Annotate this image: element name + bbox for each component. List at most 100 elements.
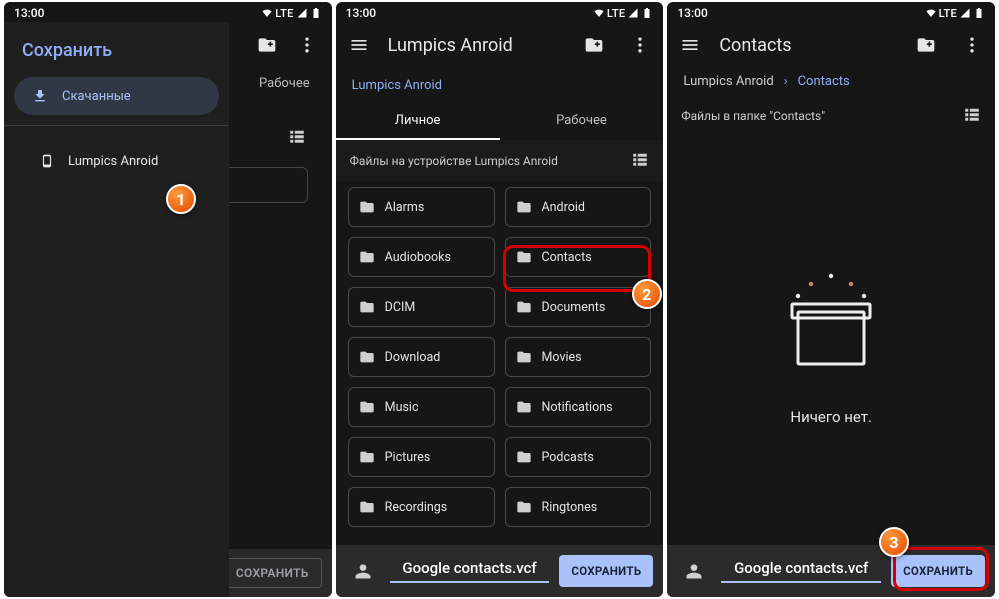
folder-item-download[interactable]: Download: [348, 337, 495, 377]
phone-screen-3: 13:00 LTE Contacts Lumpics Anroid › Cont…: [667, 2, 995, 597]
folder-item-ringtones[interactable]: Ringtones: [505, 487, 652, 527]
drawer-downloads-label: Скачанные: [62, 89, 131, 104]
folder-label: Alarms: [385, 200, 425, 215]
network-label: LTE: [607, 7, 625, 20]
signal-icon: [959, 7, 971, 19]
wifi-icon: [925, 7, 937, 19]
app-bar: Contacts: [667, 22, 995, 68]
status-bar: 13:00 LTE: [4, 2, 332, 22]
network-label: LTE: [275, 7, 293, 20]
new-folder-icon[interactable]: [250, 28, 284, 62]
folder-label: Audiobooks: [385, 250, 451, 265]
more-icon[interactable]: [955, 28, 989, 62]
page-title: Lumpics Anroid: [388, 35, 566, 56]
new-folder-icon[interactable]: [577, 28, 611, 62]
folder-icon: [516, 449, 532, 465]
menu-icon[interactable]: [673, 28, 707, 62]
network-label: LTE: [939, 7, 957, 20]
folder-item-android[interactable]: Android: [505, 187, 652, 227]
tabs: Личное Рабочее: [336, 103, 664, 140]
signal-icon: [627, 7, 639, 19]
view-list-icon[interactable]: [288, 127, 306, 149]
folder-label: DCIM: [385, 300, 416, 315]
folder-grid: Alarms Android Audiobooks Contacts DCIM Docum…: [336, 181, 664, 537]
folder-item-recordings[interactable]: Recordings: [348, 487, 495, 527]
folder-label: Download: [385, 350, 441, 365]
device-files-header: Файлы на устройстве Lumpics Anroid: [336, 140, 664, 181]
folder-label: Recordings: [385, 500, 448, 515]
folder-label: Contacts: [542, 250, 592, 265]
device-files-label: Файлы на устройстве Lumpics Anroid: [350, 154, 558, 168]
breadcrumb-root[interactable]: Lumpics Anroid: [683, 74, 773, 89]
empty-state: Ничего нет.: [667, 134, 995, 545]
save-button-disabled: СОХРАНИТЬ: [223, 558, 322, 588]
wifi-icon: [261, 7, 273, 19]
folder-label: Android: [542, 200, 585, 215]
new-folder-icon[interactable]: [909, 28, 943, 62]
folder-item-dcim[interactable]: DCIM: [348, 287, 495, 327]
folder-item-pictures[interactable]: Pictures: [348, 437, 495, 477]
view-list-icon[interactable]: [963, 105, 981, 126]
nav-drawer: Сохранить Скачанные Lumpics Anroid: [4, 22, 229, 597]
status-bar: 13:00 LTE: [336, 2, 664, 22]
folder-icon: [359, 249, 375, 265]
folder-item-podcasts[interactable]: Podcasts: [505, 437, 652, 477]
clock: 13:00: [346, 6, 376, 20]
folder-item-movies[interactable]: Movies: [505, 337, 652, 377]
profile-icon[interactable]: [677, 554, 711, 588]
tab-work[interactable]: Рабочее: [500, 103, 664, 140]
signal-icon: [296, 7, 308, 19]
more-icon[interactable]: [623, 28, 657, 62]
folder-item-alarms[interactable]: Alarms: [348, 187, 495, 227]
folder-item-notifications[interactable]: Notifications: [505, 387, 652, 427]
more-icon[interactable]: [290, 28, 324, 62]
breadcrumb-link[interactable]: Lumpics Anroid: [352, 78, 442, 93]
phone-screen-2: 13:00 LTE Lumpics Anroid Lumpics Anroid …: [336, 2, 664, 597]
page-title: Contacts: [719, 35, 897, 56]
phone-icon: [40, 151, 54, 171]
battery-icon: [641, 7, 653, 19]
folder-icon: [516, 499, 532, 515]
folder-icon: [516, 399, 532, 415]
battery-icon: [973, 7, 985, 19]
files-in-label: Файлы в папке "Contacts": [681, 109, 825, 123]
folder-icon: [359, 499, 375, 515]
folder-header: Файлы в папке "Contacts": [667, 97, 995, 134]
empty-box-icon: [766, 254, 896, 384]
filename-input[interactable]: Google contacts.vcf: [390, 559, 550, 583]
bg-tab-work[interactable]: Рабочее: [259, 76, 310, 91]
filename-input[interactable]: Google contacts.vcf: [721, 559, 881, 583]
breadcrumb-leaf[interactable]: Contacts: [798, 74, 850, 89]
download-icon: [32, 88, 48, 104]
bottom-bar: Google contacts.vcf СОХРАНИТЬ: [667, 545, 995, 597]
folder-icon: [516, 349, 532, 365]
menu-icon[interactable]: [342, 28, 376, 62]
folder-icon: [359, 299, 375, 315]
breadcrumb: Lumpics Anroid: [336, 68, 664, 103]
bottom-bar: Google contacts.vcf СОХРАНИТЬ: [336, 545, 664, 597]
view-list-icon[interactable]: [631, 150, 649, 171]
save-button[interactable]: СОХРАНИТЬ: [559, 555, 653, 587]
app-bar: Lumpics Anroid: [336, 22, 664, 68]
folder-item-audiobooks[interactable]: Audiobooks: [348, 237, 495, 277]
phone-screen-1: 13:00 LTE Рабочее GA Downloads: [4, 2, 332, 597]
callout-3: 3: [879, 527, 909, 557]
folder-label: Pictures: [385, 450, 431, 465]
folder-item-contacts[interactable]: Contacts: [505, 237, 652, 277]
wifi-icon: [593, 7, 605, 19]
profile-icon[interactable]: [346, 554, 380, 588]
folder-item-documents[interactable]: Documents: [505, 287, 652, 327]
clock: 13:00: [14, 6, 44, 20]
folder-label: Ringtones: [542, 500, 598, 515]
tab-personal[interactable]: Личное: [336, 103, 500, 140]
clock: 13:00: [677, 6, 707, 20]
folder-item-music[interactable]: Music: [348, 387, 495, 427]
save-button[interactable]: СОХРАНИТЬ: [891, 555, 985, 587]
status-icons: LTE: [593, 7, 653, 20]
drawer-item-downloads[interactable]: Скачанные: [14, 77, 219, 115]
empty-text: Ничего нет.: [790, 408, 872, 426]
folder-label: Movies: [542, 350, 582, 365]
folder-icon: [516, 249, 532, 265]
folder-icon: [359, 349, 375, 365]
drawer-item-device[interactable]: Lumpics Anroid: [32, 144, 201, 178]
